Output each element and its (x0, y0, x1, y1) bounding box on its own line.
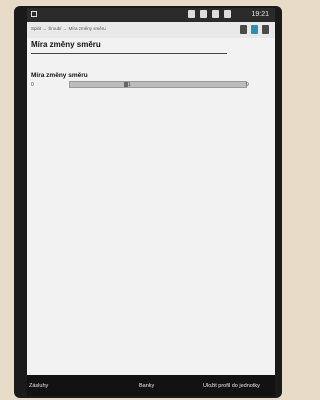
setting-label: Míra změny směru (31, 72, 88, 79)
menu-icon[interactable] (262, 25, 269, 34)
bottom-action-bar: Zásluhy Banky Uložit profil do jednotky (27, 375, 275, 396)
app-toolbar: Spirit → Šroubí → Míra změny směru (27, 22, 275, 38)
breadcrumb[interactable]: Spirit → Šroubí → Míra změny směru (31, 26, 106, 31)
direction-change-slider[interactable] (69, 81, 247, 88)
slider-max-label: 9 (246, 82, 249, 88)
status-bar: 19:21 (27, 8, 275, 22)
title-divider (31, 53, 227, 54)
slider-value-label: 1 (128, 82, 131, 88)
wifi-icon (200, 10, 207, 18)
toolbar-icons (240, 25, 269, 34)
alarm-icon (188, 10, 195, 18)
banks-button[interactable]: Banky (139, 383, 154, 389)
notification-icon (31, 11, 37, 17)
save-icon[interactable] (240, 25, 247, 34)
status-time: 19:21 (251, 11, 269, 18)
save-profile-button[interactable]: Uložit profil do jednotky (203, 383, 260, 389)
app-screen: 19:21 Spirit → Šroubí → Míra změny směru… (27, 8, 275, 396)
page-title: Míra změny směru (31, 40, 101, 49)
signal-icon (212, 10, 219, 18)
slider-min-label: 0 (31, 82, 34, 88)
list-icon[interactable] (251, 25, 258, 34)
battery-icon (224, 10, 231, 18)
credits-button[interactable]: Zásluhy (29, 383, 48, 389)
system-icons (188, 10, 231, 18)
